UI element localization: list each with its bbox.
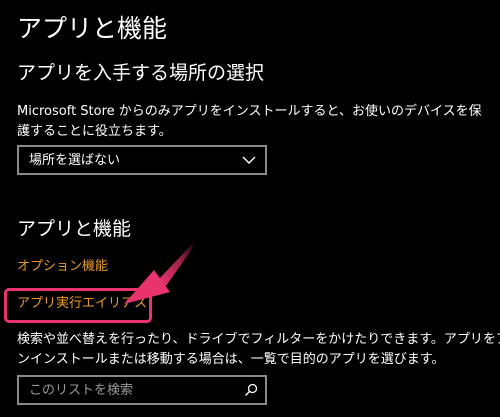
- search-placeholder: このリストを検索: [29, 383, 134, 398]
- install-source-description: Microsoft Store からのみアプリをインストールすると、お使いのデバ…: [17, 102, 482, 142]
- install-source-dropdown-value: 場所を選ばない: [29, 153, 121, 168]
- install-source-dropdown[interactable]: 場所を選ばない: [17, 145, 267, 175]
- app-list-search-input[interactable]: このリストを検索: [17, 375, 267, 405]
- install-source-description-line-1: Microsoft Store からのみアプリをインストールすると、お使いのデバ…: [17, 104, 482, 119]
- apps-features-description: 検索や並べ替えを行ったり、ドライブでフィルターをかけたりできます。アプリをア ン…: [17, 330, 500, 370]
- chevron-down-icon: [242, 156, 256, 164]
- search-icon[interactable]: [243, 382, 259, 398]
- optional-features-link[interactable]: オプション機能: [17, 258, 108, 276]
- arrow-annotation-icon: [124, 240, 196, 304]
- install-source-description-line-2: 護することに役立ちます。: [17, 124, 172, 139]
- install-source-title: アプリを入手する場所の選択: [17, 62, 265, 84]
- page-title: アプリと機能: [17, 14, 168, 43]
- apps-features-description-line-2: ンインストールまたは移動する場合は、一覧で目的のアプリを選びます。: [17, 352, 445, 367]
- apps-features-title: アプリと機能: [17, 218, 132, 240]
- apps-features-description-line-1: 検索や並べ替えを行ったり、ドライブでフィルターをかけたりできます。アプリをア: [17, 332, 500, 347]
